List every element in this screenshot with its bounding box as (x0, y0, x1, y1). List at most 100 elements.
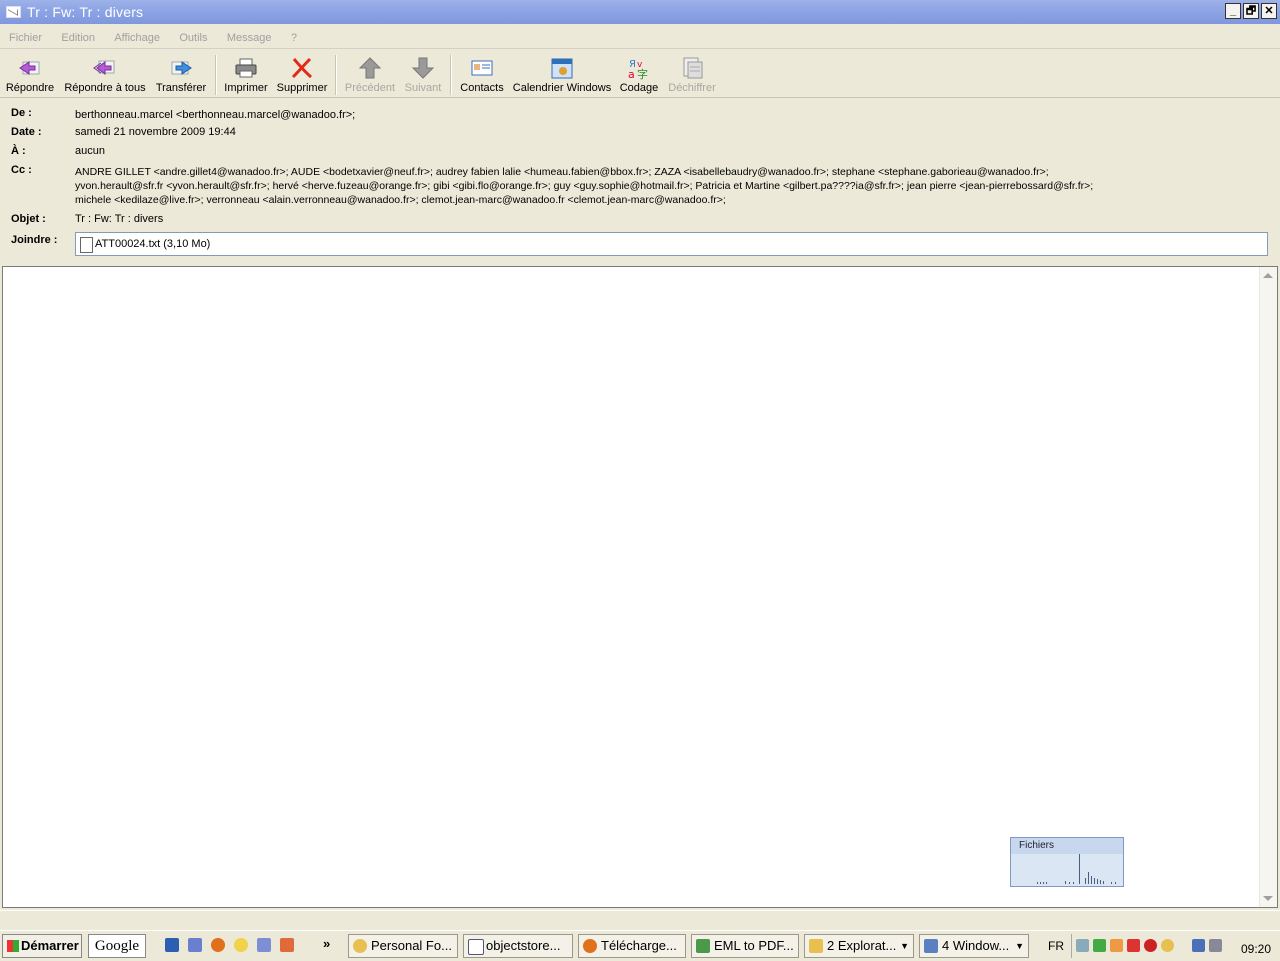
forward-button[interactable]: Transférer (153, 54, 209, 96)
contacts-button[interactable]: Contacts (458, 54, 506, 96)
chevron-down-icon: ▼ (1015, 941, 1024, 951)
delete-button[interactable]: Supprimer (276, 54, 328, 96)
menu-outils[interactable]: Outils (170, 28, 214, 44)
menu-affichage[interactable]: Affichage (105, 28, 167, 44)
edit-icon[interactable] (257, 938, 271, 952)
window-controls: _ 🗗 ✕ (1225, 3, 1277, 19)
restore-button[interactable]: 🗗 (1243, 3, 1259, 19)
printer-icon (235, 58, 257, 78)
print-button[interactable]: Imprimer (223, 54, 269, 96)
taskbar: Démarrer Google » Personal Fo... objects… (0, 930, 1280, 961)
tray-arrow-icon[interactable] (1076, 939, 1089, 952)
files-gadget[interactable]: Fichiers (1010, 837, 1124, 887)
close-button[interactable]: ✕ (1261, 3, 1277, 19)
toolbar-separator (450, 55, 452, 95)
encoding-icon: Яva 字 (628, 59, 648, 80)
volume-icon[interactable] (1209, 939, 1222, 952)
mail-icon (6, 6, 21, 18)
window-icon (924, 939, 938, 953)
clock[interactable]: 09:20 (1241, 942, 1271, 956)
cc-line: yvon.herault@sfr.fr <yvon.herault@sfr.fr… (75, 180, 1094, 192)
language-indicator[interactable]: FR (1048, 939, 1064, 953)
attach-label: Joindre : (11, 234, 58, 246)
status-bar (0, 910, 1280, 929)
notepad-icon (468, 939, 484, 955)
reply-all-icon (93, 60, 115, 75)
svg-text:字: 字 (637, 67, 648, 80)
converter-icon (696, 939, 710, 953)
start-button[interactable]: Démarrer (2, 934, 82, 958)
text-file-icon (80, 237, 93, 253)
scroll-down-icon[interactable] (1263, 896, 1273, 901)
cc-line: michele <kedilaze@live.fr>; verronneau <… (75, 194, 726, 206)
clock-tray-icon[interactable] (1161, 939, 1174, 952)
task-objectstore[interactable]: objectstore... (463, 934, 573, 958)
toolbar: Répondre Répondre à tous Transférer Impr… (0, 51, 1280, 98)
to-value: aucun (75, 145, 105, 157)
menu-bar: Fichier Edition Affichage Outils Message… (0, 28, 1280, 49)
task-personal-folders[interactable]: Personal Fo... (348, 934, 458, 958)
delete-x-icon (291, 57, 312, 79)
window-title: Tr : Fw: Tr : divers (27, 4, 144, 20)
desktop-icon[interactable] (165, 938, 179, 952)
contacts-icon (471, 60, 493, 76)
folder-icon (809, 939, 823, 953)
network-icon[interactable] (1192, 939, 1205, 952)
activity-graph (1015, 852, 1119, 884)
cc-line: ANDRE GILLET <andre.gillet4@wanadoo.fr>;… (75, 166, 1049, 178)
minimize-button[interactable]: _ (1225, 3, 1241, 19)
arrow-up-icon (358, 57, 382, 79)
subject-value: Tr : Fw: Tr : divers (75, 213, 164, 225)
menu-edition[interactable]: Edition (52, 28, 102, 44)
scroll-up-icon[interactable] (1263, 273, 1273, 278)
task-explorer-group[interactable]: 2 Explorat... ▼ (804, 934, 914, 958)
google-toolbar[interactable]: Google (88, 934, 146, 958)
firefox-icon[interactable] (211, 938, 225, 952)
system-tray: 09:20 (1071, 934, 1280, 958)
from-label: De : (11, 107, 32, 119)
previous-button[interactable]: Précédent (343, 54, 397, 96)
message-body[interactable]: Fichiers (2, 266, 1278, 908)
date-value: samedi 21 novembre 2009 19:44 (75, 126, 236, 138)
update-icon[interactable] (1110, 939, 1123, 952)
sun-icon[interactable] (234, 938, 248, 952)
quicklaunch-more-icon[interactable]: » (323, 936, 330, 951)
task-downloads[interactable]: Télécharge... (578, 934, 686, 958)
arrow-down-icon (411, 57, 435, 79)
vertical-scrollbar[interactable] (1259, 267, 1277, 907)
clock-app-icon (353, 939, 367, 953)
from-value: berthonneau.marcel <berthonneau.marcel@w… (75, 109, 356, 121)
calendar-button[interactable]: Calendrier Windows (512, 54, 612, 96)
toolbar-separator (335, 55, 337, 95)
menu-fichier[interactable]: Fichier (0, 28, 49, 44)
decrypt-button[interactable]: Déchiffrer (666, 54, 718, 96)
task-windows-group[interactable]: 4 Window... ▼ (919, 934, 1029, 958)
date-label: Date : (11, 126, 42, 138)
attachment-field: ATT00024.txt (3,10 Mo) (75, 232, 1268, 256)
messenger-icon[interactable] (188, 938, 202, 952)
reply-all-button[interactable]: Répondre à tous (62, 54, 148, 96)
antivirus-icon[interactable] (1093, 939, 1106, 952)
decrypt-icon (683, 57, 703, 79)
reply-icon (19, 61, 40, 75)
firefox-icon (583, 939, 597, 953)
menu-message[interactable]: Message (218, 28, 279, 44)
acrobat-icon[interactable] (1144, 939, 1157, 952)
cc-value: ANDRE GILLET <andre.gillet4@wanadoo.fr>;… (75, 165, 1093, 207)
calendar-icon (551, 58, 573, 79)
ati-icon[interactable] (1127, 939, 1140, 952)
app-icon[interactable] (280, 938, 294, 952)
encoding-button[interactable]: Яva字 Codage (617, 54, 661, 96)
cc-label: Cc : (11, 164, 32, 176)
menu-help[interactable]: ? (282, 28, 304, 44)
window-title-bar[interactable]: Tr : Fw: Tr : divers _ 🗗 ✕ (0, 0, 1280, 24)
next-button[interactable]: Suivant (402, 54, 444, 96)
reply-button[interactable]: Répondre (5, 54, 55, 96)
svg-text:a: a (628, 68, 635, 80)
task-eml-to-pdf[interactable]: EML to PDF... (691, 934, 799, 958)
subject-label: Objet : (11, 213, 46, 225)
to-label: À : (11, 145, 26, 157)
toolbar-separator (215, 55, 217, 95)
forward-icon (171, 61, 192, 75)
attachment-file[interactable]: ATT00024.txt (3,10 Mo) (95, 238, 210, 250)
